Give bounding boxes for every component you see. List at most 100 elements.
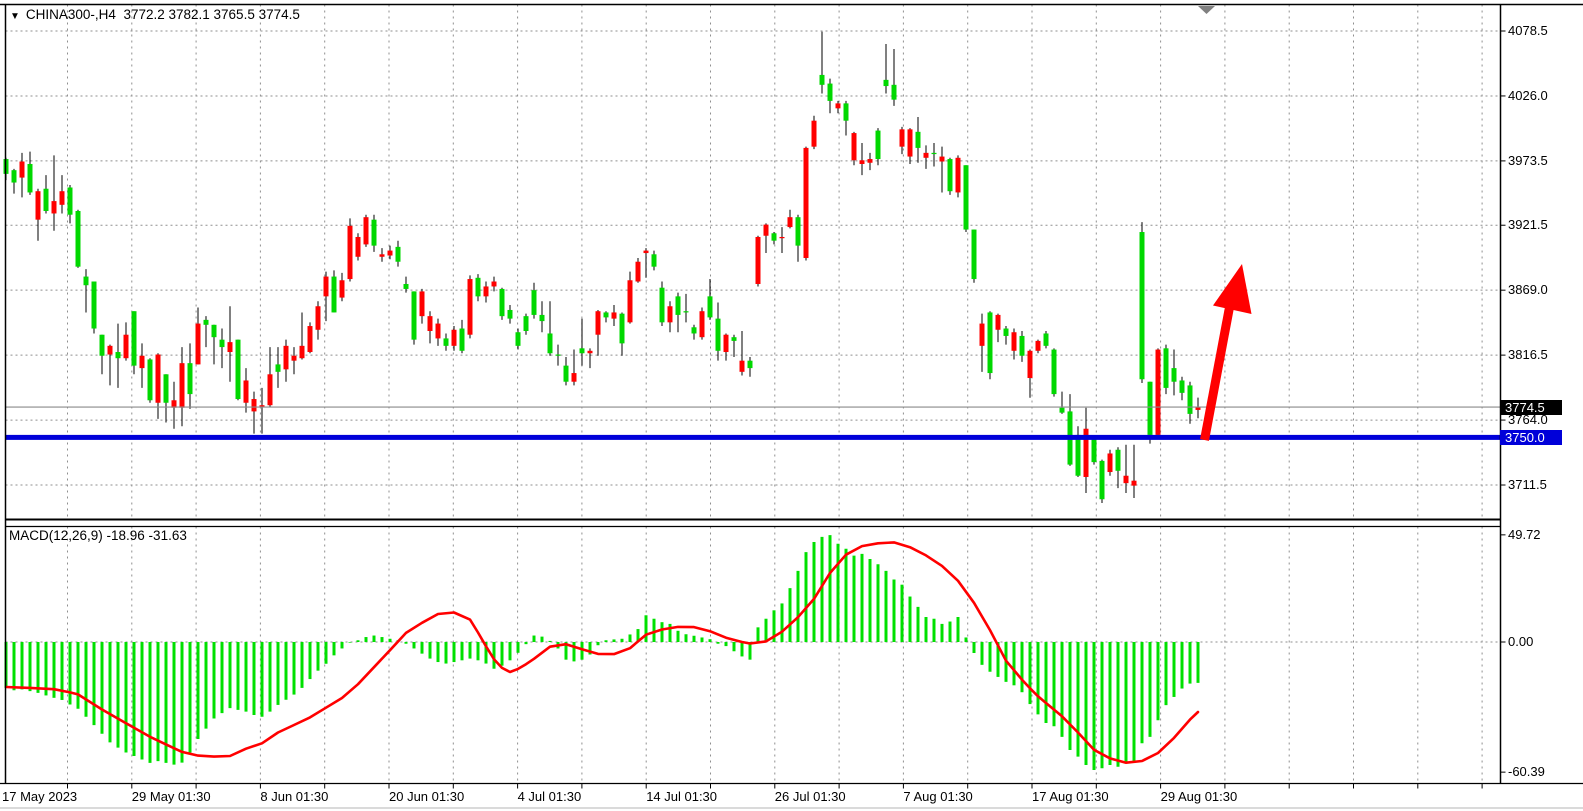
candle-body-bear <box>1036 341 1041 351</box>
candle-body-bull <box>444 338 449 345</box>
candle-body-bear <box>140 356 145 368</box>
candle-body-bull <box>524 316 529 331</box>
candle-body-bear <box>196 324 201 365</box>
candle-body-bear <box>612 312 617 318</box>
candle-body-bull <box>68 187 73 214</box>
candle-body-bull <box>652 254 657 266</box>
support-level-line[interactable] <box>6 435 1501 440</box>
candle-body-bull <box>540 315 545 321</box>
candle-body-bull <box>1052 350 1057 395</box>
candle-body-bear <box>420 291 425 316</box>
candle-body-bear <box>1132 481 1137 486</box>
candle-body-bear <box>356 237 361 257</box>
candle-body-bull <box>884 80 889 86</box>
candle-body-bear <box>668 306 673 322</box>
symbol-dropdown-icon[interactable]: ▼ <box>10 11 20 22</box>
symbol-period-label: CHINA300-,H4 <box>26 7 116 22</box>
date-axis-label: 29 Aug 01:30 <box>1161 789 1238 804</box>
candle-body-bull <box>1076 435 1081 476</box>
candle-body-bear <box>836 103 841 108</box>
candle-body-bull <box>132 311 137 365</box>
candle-body-bear <box>996 315 1001 330</box>
candle-body-bull <box>164 374 169 402</box>
candle-body-bull <box>1148 382 1153 435</box>
date-axis-label: 4 Jul 01:30 <box>518 789 582 804</box>
macd-axis-label: -60.39 <box>1508 764 1545 779</box>
candle-body-bear <box>268 374 273 405</box>
candle-body-bear <box>300 346 305 358</box>
candle-body-bear <box>340 280 345 297</box>
candle-body-bull <box>684 311 689 312</box>
candle-body-bull <box>988 312 993 373</box>
chart-window: ▼ CHINA300-,H4 3772.2 3782.1 3765.5 3774.… <box>0 0 1583 811</box>
candle-body-bull <box>556 355 561 356</box>
candle-body-bear <box>780 237 785 238</box>
candle-body-bull <box>820 75 825 85</box>
candle-body-bull <box>892 85 897 100</box>
quote-ohlc-label: 3772.2 3782.1 3765.5 3774.5 <box>123 7 299 22</box>
price-axis-label: 3869.0 <box>1508 282 1548 297</box>
candle-body-bull <box>876 131 881 159</box>
date-axis-label: 26 Jul 01:30 <box>775 789 846 804</box>
chart-title: ▼ CHINA300-,H4 3772.2 3782.1 3765.5 3774.… <box>10 7 300 22</box>
candle-body-bull <box>796 217 801 245</box>
candle-body-bear <box>20 162 25 178</box>
candle-body-bull <box>1020 336 1025 356</box>
candle-body-bull <box>84 277 89 286</box>
price-axis-label: 3816.5 <box>1508 347 1548 362</box>
macd-axis-label: 49.72 <box>1508 527 1541 542</box>
candle-body-bear <box>644 251 649 253</box>
date-axis-label: 17 Aug 01:30 <box>1032 789 1109 804</box>
candle-body-bull <box>716 319 721 351</box>
candle-body-bear <box>812 121 817 147</box>
candle-body-bear <box>36 191 41 219</box>
candle-body-bear <box>308 326 313 352</box>
chart-plot-area[interactable] <box>0 0 1583 811</box>
candle-body-bear <box>156 355 161 403</box>
candle-body-bear <box>428 316 433 331</box>
candle-body-bear <box>788 217 793 227</box>
candle-body-bear <box>764 225 769 236</box>
candle-body-bear <box>348 226 353 279</box>
candle-body-bear <box>228 342 233 352</box>
candle-body-bear <box>908 129 913 156</box>
candle-body-bear <box>484 286 489 296</box>
candle-body-bear <box>628 280 633 322</box>
macd-axis-label: 0.00 <box>1508 634 1533 649</box>
candle-body-bear <box>940 157 945 162</box>
candle-body-bear <box>804 148 809 258</box>
candle-body-bear <box>316 306 321 330</box>
candle-body-bear <box>260 405 265 406</box>
candle-body-bear <box>436 324 441 339</box>
candle-body-bear <box>324 277 329 297</box>
candle-body-bear <box>852 133 857 160</box>
candle-body-bear <box>572 373 577 382</box>
current-price-marker: 3774.5 <box>1500 400 1562 415</box>
up-arrow-shaft[interactable] <box>1205 294 1233 440</box>
up-arrow-head[interactable] <box>1213 264 1252 314</box>
candle-body-bull <box>620 314 625 344</box>
candle-body-bear <box>492 282 497 287</box>
candle-body-bull <box>412 291 417 339</box>
price-axis-label: 4026.0 <box>1508 88 1548 103</box>
candle-body-bull <box>964 165 969 229</box>
candle-body-bear <box>180 363 185 408</box>
candle-body-bear <box>380 254 385 256</box>
candle-body-bull <box>188 363 193 394</box>
candle-body-bull <box>500 289 505 316</box>
candle-body-bear <box>388 251 393 256</box>
candle-body-bull <box>828 84 833 101</box>
candle-body-bear <box>900 129 905 146</box>
scroll-marker-icon[interactable] <box>1198 6 1215 14</box>
candle-body-bear <box>868 159 873 163</box>
candle-body-bull <box>604 312 609 317</box>
candle-body-bull <box>660 288 665 323</box>
candle-body-bull <box>548 333 553 353</box>
candle-body-bear <box>860 160 865 164</box>
candle-body-bull <box>148 359 153 400</box>
date-axis-label: 20 Jun 01:30 <box>389 789 464 804</box>
date-axis-label: 8 Jun 01:30 <box>260 789 328 804</box>
candle-body-bear <box>1124 476 1129 483</box>
candle-body-bull <box>1092 437 1097 462</box>
price-axis-label: 3973.5 <box>1508 153 1548 168</box>
